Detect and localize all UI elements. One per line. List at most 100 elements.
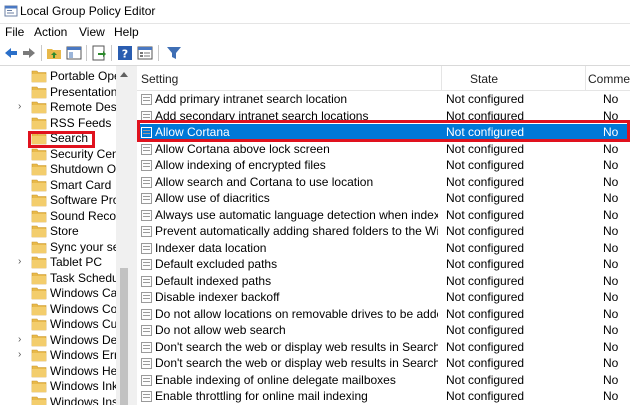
- comment-cell: No: [603, 191, 619, 205]
- tree-item-label: Software Prote: [50, 193, 116, 207]
- scrollbar-thumb[interactable]: [120, 268, 128, 405]
- back-arrow-icon[interactable]: [3, 45, 19, 61]
- setting-cell: Indexer data location: [155, 240, 267, 255]
- tree-item-label: Windows Ink V: [50, 379, 116, 393]
- table-row[interactable]: Disable indexer backoff Not configured No: [137, 289, 630, 306]
- policy-setting-icon: [141, 242, 152, 254]
- allow-cortana-highlight-box: [137, 120, 630, 142]
- tree-item[interactable]: Windows Insta: [0, 394, 116, 405]
- tree-scrollbar[interactable]: [116, 66, 132, 405]
- policy-setting-icon: [141, 94, 152, 105]
- tree-item[interactable]: RSS Feeds: [0, 115, 116, 131]
- expand-chevron-icon[interactable]: ›: [18, 256, 21, 267]
- column-header-setting[interactable]: Setting: [141, 72, 178, 86]
- policy-setting-icon: [141, 193, 152, 204]
- policy-setting-icon: [141, 325, 152, 336]
- table-row[interactable]: Indexer data location Not configured No: [137, 240, 630, 257]
- tree-item[interactable]: Windows Ink V: [0, 378, 116, 394]
- tree-item[interactable]: Windows Cust: [0, 316, 116, 332]
- table-row[interactable]: Enable throttling for online mail indexi…: [137, 388, 630, 405]
- folder-icon: [31, 395, 47, 405]
- state-cell: Not configured: [446, 389, 525, 403]
- setting-cell: Default excluded paths: [155, 257, 278, 271]
- table-row[interactable]: Default indexed paths Not configured No: [137, 273, 630, 290]
- tree-item-label: RSS Feeds: [50, 115, 112, 130]
- comment-cell: No: [603, 174, 619, 189]
- column-divider[interactable]: [585, 66, 586, 90]
- state-cell: Not configured: [446, 290, 525, 304]
- comment-cell: No: [603, 290, 619, 304]
- setting-cell: Enable indexing of online delegate mailb…: [155, 372, 396, 387]
- table-row[interactable]: Allow Cortana above lock screen Not confi…: [137, 141, 630, 158]
- tree-item[interactable]: › Tablet PC: [0, 254, 116, 270]
- column-header-comment[interactable]: Commen: [588, 72, 630, 86]
- tree-item[interactable]: Software Prote: [0, 192, 116, 208]
- tree-item[interactable]: › Windows Erro: [0, 347, 116, 363]
- setting-cell: Don't search the web or display web resu…: [155, 339, 438, 354]
- policy-setting-icon: [141, 160, 152, 171]
- help-icon[interactable]: ?: [117, 45, 133, 61]
- setting-cell: Always use automatic language detection …: [155, 207, 438, 222]
- comment-cell: No: [603, 141, 619, 156]
- export-list-icon[interactable]: [91, 45, 107, 61]
- state-cell: Not configured: [446, 372, 525, 387]
- column-divider[interactable]: [441, 66, 442, 90]
- policy-setting-icon: [141, 358, 152, 369]
- table-row[interactable]: Allow use of diacritics Not configured No: [137, 190, 630, 207]
- tree-item-label: Shutdown Opt: [50, 162, 116, 176]
- expand-chevron-icon[interactable]: ›: [18, 334, 21, 345]
- table-row[interactable]: Do not allow web search Not configured No: [137, 322, 630, 339]
- properties-icon[interactable]: [137, 45, 153, 61]
- comment-cell: No: [603, 224, 619, 238]
- policy-setting-icon: [141, 341, 152, 353]
- table-row[interactable]: Allow search and Cortana to use location…: [137, 174, 630, 191]
- tree-item[interactable]: Windows Cale: [0, 285, 116, 301]
- table-row[interactable]: Add primary intranet search location Not …: [137, 91, 630, 108]
- expand-chevron-icon[interactable]: ›: [18, 101, 21, 112]
- setting-cell: Allow Cortana above lock screen: [155, 141, 330, 156]
- table-row[interactable]: Prevent automatically adding shared fold…: [137, 223, 630, 240]
- tree-item[interactable]: › Windows Defe: [0, 332, 116, 348]
- menu-action[interactable]: Action: [34, 25, 67, 39]
- scroll-up-arrow-icon[interactable]: [120, 72, 128, 77]
- tree-item[interactable]: Sound Record: [0, 208, 116, 224]
- settings-list: Setting State Commen Add primary intrane…: [137, 66, 630, 405]
- state-cell: Not configured: [446, 191, 525, 205]
- tree-item[interactable]: Windows Hello: [0, 363, 116, 379]
- tree-item[interactable]: Presentation S: [0, 84, 116, 100]
- filter-icon[interactable]: [166, 45, 182, 61]
- table-row[interactable]: Allow indexing of encrypted files Not con…: [137, 157, 630, 174]
- tree-item[interactable]: Portable Operati: [0, 68, 116, 84]
- column-header-state[interactable]: State: [470, 72, 498, 86]
- table-row[interactable]: Always use automatic language detection …: [137, 207, 630, 224]
- tree-item[interactable]: Store: [0, 223, 116, 239]
- state-cell: Not configured: [446, 339, 525, 354]
- tree-item[interactable]: Task Schedule: [0, 270, 116, 286]
- state-cell: Not configured: [446, 323, 525, 337]
- up-folder-icon[interactable]: [46, 45, 62, 61]
- menu-help[interactable]: Help: [114, 25, 139, 39]
- table-row[interactable]: Enable indexing of online delegate mailb…: [137, 372, 630, 389]
- tree-item[interactable]: › Remote Deskto: [0, 99, 116, 115]
- table-row[interactable]: Do not allow locations on removable driv…: [137, 306, 630, 323]
- expand-chevron-icon[interactable]: ›: [18, 349, 21, 360]
- tree-item[interactable]: Windows Colo: [0, 301, 116, 317]
- tree-item[interactable]: Smart Card: [0, 177, 116, 193]
- tree-item-label: Windows Cust: [50, 317, 116, 331]
- tree-item-label: Windows Cale: [50, 286, 116, 300]
- comment-cell: No: [603, 306, 619, 321]
- menu-view[interactable]: View: [79, 25, 105, 39]
- title-bar: Local Group Policy Editor: [0, 0, 630, 24]
- tree-item[interactable]: Sync your sett: [0, 239, 116, 255]
- forward-arrow-icon[interactable]: [21, 45, 37, 61]
- table-row[interactable]: Don't search the web or display web resu…: [137, 339, 630, 356]
- show-hide-tree-icon[interactable]: [66, 45, 82, 61]
- table-row[interactable]: Don't search the web or display web resu…: [137, 355, 630, 372]
- setting-cell: Do not allow locations on removable driv…: [155, 306, 438, 321]
- setting-cell: Do not allow web search: [155, 323, 286, 337]
- setting-cell: Disable indexer backoff: [155, 290, 280, 304]
- menu-file[interactable]: File: [5, 25, 24, 39]
- table-row[interactable]: Default excluded paths Not configured No: [137, 256, 630, 273]
- window-title: Local Group Policy Editor: [20, 4, 156, 18]
- tree-item[interactable]: Shutdown Opt: [0, 161, 116, 177]
